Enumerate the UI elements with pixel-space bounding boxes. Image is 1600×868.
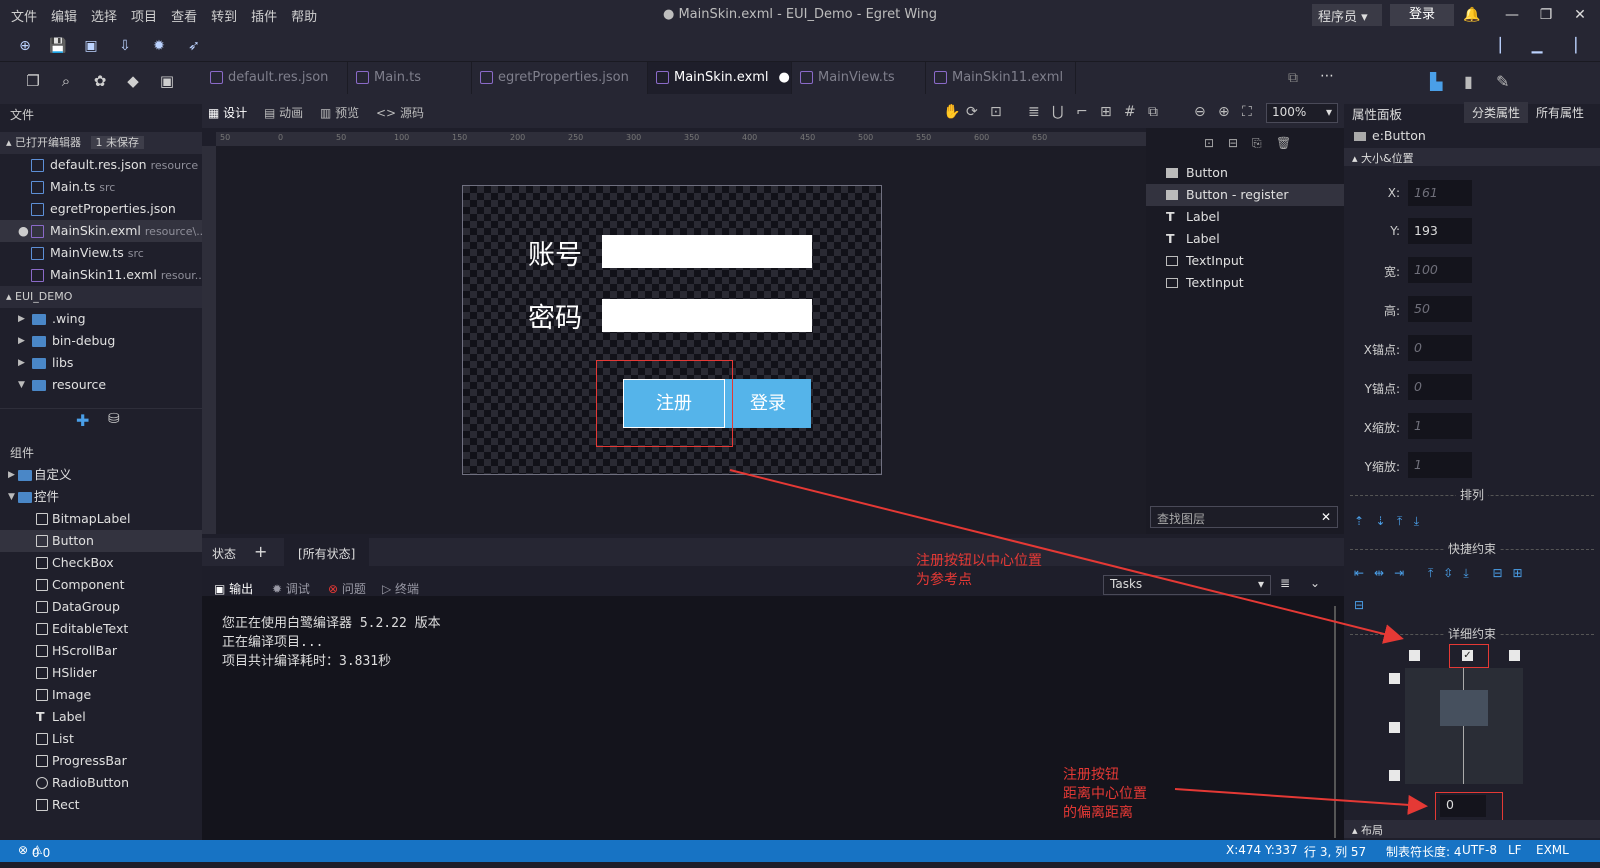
annotation-center-reference: 注册按钮以中心位置 为参考点 [916, 552, 1042, 590]
arrow-to-offset-input [1174, 788, 1428, 815]
warning-count-value: 0 [42, 846, 51, 860]
line-column[interactable]: 行 3, 列 57 [1304, 843, 1366, 860]
cursor-position: X:474 Y:337 [1226, 843, 1298, 857]
line-ending[interactable]: LF [1508, 843, 1522, 857]
annotation-line: 注册按钮 [1063, 767, 1119, 783]
error-count-value: 0 [31, 846, 40, 860]
arrow-to-center-checkbox [729, 469, 1404, 644]
annotation-line: 的偏离距离 [1063, 805, 1133, 821]
error-count[interactable]: ⊗ 0 ⚠ 0 [18, 843, 50, 860]
tab-size[interactable]: 制表符长度: 4 [1386, 843, 1462, 860]
annotation-line: 注册按钮以中心位置 [916, 553, 1042, 569]
annotation-arrows [729, 469, 1428, 815]
annotation-line: 距离中心位置 [1063, 786, 1147, 802]
annotation-line: 为参考点 [916, 572, 972, 588]
status-bar: ⊗ 0 ⚠ 0 X:474 Y:337 行 3, 列 57 制表符长度: 4 U… [0, 840, 1600, 862]
annotation-offset-distance: 注册按钮 距离中心位置 的偏离距离 [1063, 766, 1147, 823]
language-mode[interactable]: EXML [1536, 843, 1569, 857]
encoding[interactable]: UTF-8 [1462, 843, 1497, 857]
